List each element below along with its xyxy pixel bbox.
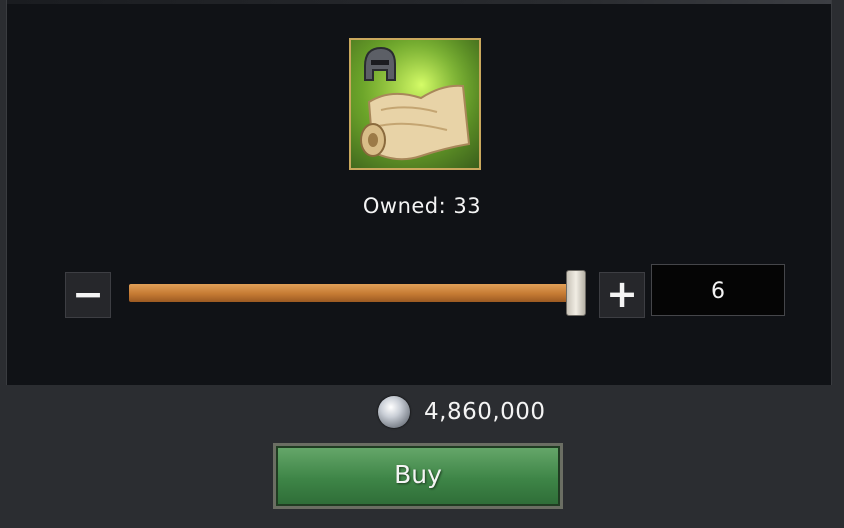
purchase-panel: Owned: 33 − + 6 xyxy=(6,0,832,385)
cost-row: 4,860,000 xyxy=(378,394,546,430)
scroll-with-helmet-icon xyxy=(351,40,479,168)
buy-button[interactable]: Buy xyxy=(273,443,563,509)
quantity-slider-handle[interactable] xyxy=(566,270,586,316)
item-icon-frame xyxy=(349,38,481,170)
decrease-button[interactable]: − xyxy=(65,272,111,318)
increase-button[interactable]: + xyxy=(599,272,645,318)
quantity-input[interactable]: 6 xyxy=(651,264,785,316)
panel-top-border xyxy=(7,0,831,4)
owned-count: Owned: 33 xyxy=(362,194,482,218)
cost-value: 4,860,000 xyxy=(424,399,546,425)
quantity-slider-track[interactable] xyxy=(129,284,575,302)
silver-coin-icon xyxy=(378,396,410,428)
